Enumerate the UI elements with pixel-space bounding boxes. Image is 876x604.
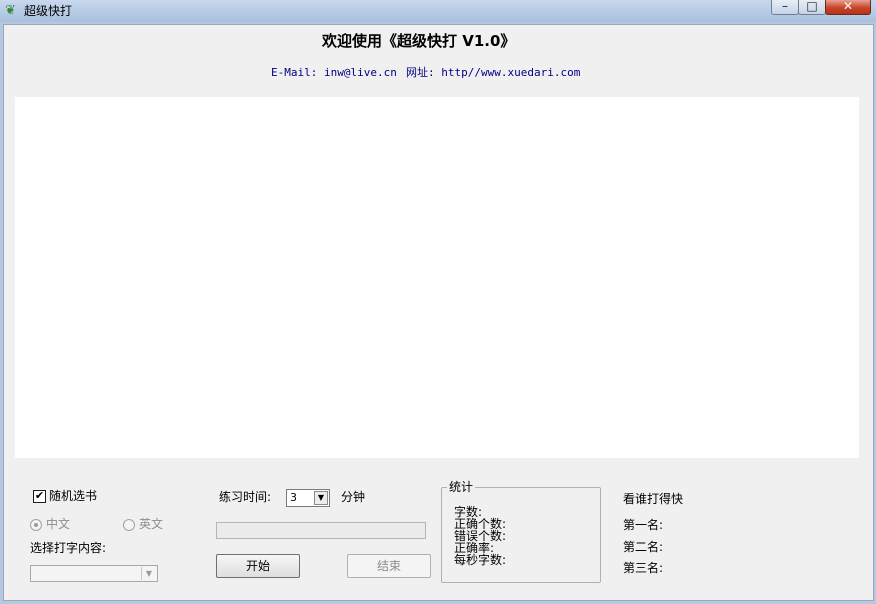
- window-title: 超级快打: [24, 4, 73, 18]
- english-label: 英文: [139, 517, 164, 531]
- leaderboard-title: 看谁打得快: [623, 492, 684, 506]
- page-title: 欢迎使用《超级快打 V1.0》: [322, 32, 516, 50]
- typing-text-area[interactable]: [15, 97, 859, 458]
- checkmark-icon: ✔: [34, 489, 45, 502]
- website-text[interactable]: 网址: http//www.xuedari.com: [406, 66, 580, 80]
- minimize-button[interactable]: –: [771, 0, 799, 15]
- close-icon: ✕: [842, 0, 854, 13]
- rank-first-label: 第一名:: [623, 518, 664, 532]
- rank-second-label: 第二名:: [623, 540, 664, 554]
- start-button[interactable]: 开始: [216, 554, 300, 578]
- random-book-checkbox[interactable]: ✔: [33, 490, 46, 503]
- end-button[interactable]: 结束: [347, 554, 431, 578]
- practice-time-value: 3: [290, 491, 297, 504]
- chevron-down-icon[interactable]: ▼: [314, 491, 328, 505]
- close-button[interactable]: ✕: [825, 0, 871, 15]
- minutes-label: 分钟: [341, 490, 366, 504]
- chars-per-second-label: 每秒字数:: [454, 553, 507, 567]
- random-book-label: 随机选书: [49, 489, 98, 503]
- practice-time-label: 练习时间:: [219, 490, 272, 504]
- content-select[interactable]: ▼: [30, 565, 158, 582]
- radio-selected-dot: [34, 523, 38, 527]
- maximize-button[interactable]: □: [798, 0, 826, 15]
- progress-bar: [216, 522, 426, 539]
- chinese-label: 中文: [46, 517, 71, 531]
- practice-time-select[interactable]: 3 ▼: [286, 489, 330, 507]
- maximize-icon: □: [806, 0, 818, 13]
- app-leaf-icon: ❦: [5, 3, 16, 18]
- minimize-icon: –: [782, 0, 788, 13]
- email-text: E-Mail: inw@live.cn: [271, 66, 397, 79]
- stats-group-title: 统计: [447, 480, 476, 494]
- english-radio[interactable]: [123, 519, 135, 531]
- chevron-down-icon: ▼: [141, 567, 156, 580]
- rank-third-label: 第三名:: [623, 561, 664, 575]
- select-content-label: 选择打字内容:: [30, 541, 107, 555]
- title-bar[interactable]: [0, 0, 876, 22]
- chinese-radio[interactable]: [30, 519, 42, 531]
